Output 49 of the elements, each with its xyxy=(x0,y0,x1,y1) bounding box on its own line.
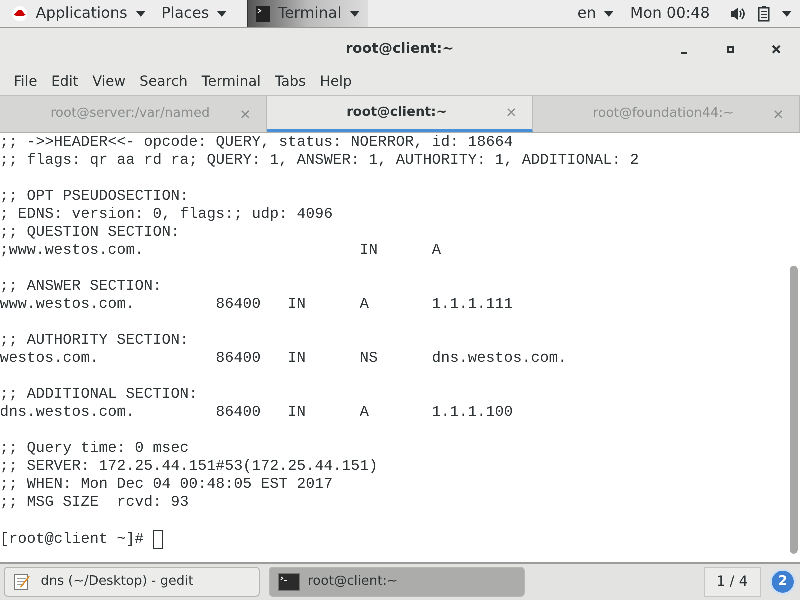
caret-icon xyxy=(217,10,228,16)
terminal-icon xyxy=(278,573,300,591)
terminal-line: ;; OPT PSEUDOSECTION: xyxy=(0,188,190,206)
language-menu[interactable]: en xyxy=(578,2,614,25)
terminal-line: ;; SERVER: 172.25.44.151#53(172.25.44.151) xyxy=(0,458,378,476)
window-title: root@client:~ xyxy=(346,40,454,58)
top-bar-menu[interactable]: Places xyxy=(154,0,236,27)
menu-item[interactable]: File xyxy=(7,72,44,93)
menu-item[interactable]: Search xyxy=(132,72,195,93)
hat-logo-icon xyxy=(12,6,28,22)
terminal-line: ;; ANSWER SECTION: xyxy=(0,278,162,296)
terminal-line: ;; Query time: 0 msec xyxy=(0,440,190,458)
text-cursor xyxy=(153,530,164,549)
close-icon[interactable] xyxy=(507,108,516,117)
terminal-line: ;; AUTHORITY SECTION: xyxy=(0,332,190,350)
taskbar-item[interactable]: dns (~/Desktop) - gedit xyxy=(4,567,260,597)
menu-item[interactable]: Edit xyxy=(44,72,86,93)
menu-item[interactable]: View xyxy=(86,72,133,93)
terminal-prompt: [root@client ~]# xyxy=(0,530,144,548)
terminal-line: ;; WHEN: Mon Dec 04 00:48:05 EST 2017 xyxy=(0,476,334,494)
notification-count[interactable]: 2 xyxy=(770,569,796,595)
terminal-line: dns.westos.com. 86400 IN A 1.1.1.100 xyxy=(0,404,514,422)
volume-icon[interactable] xyxy=(730,6,746,20)
caret-icon xyxy=(782,10,792,16)
terminal-icon xyxy=(256,6,270,22)
caret-icon xyxy=(604,10,614,16)
top-bar-menu[interactable]: Terminal xyxy=(247,0,368,27)
terminal-line: ;; MSG SIZE rcvd: 93 xyxy=(0,494,190,512)
workspace-switcher[interactable]: 1 / 4 xyxy=(704,567,761,597)
notepad-pencil-icon xyxy=(13,572,33,592)
tab[interactable]: root@client:~ xyxy=(266,96,534,132)
top-bar-menu[interactable]: Applications xyxy=(4,0,154,27)
battery-icon[interactable] xyxy=(758,6,770,22)
terminal-line: ; EDNS: version: 0, flags:; udp: 4096 xyxy=(0,206,334,224)
caret-icon xyxy=(136,10,146,16)
menu-item[interactable]: Terminal xyxy=(194,72,268,93)
menu-item[interactable]: Tabs xyxy=(268,72,314,93)
clock[interactable]: Mon 00:48 xyxy=(630,2,710,25)
close-icon xyxy=(772,44,780,54)
terminal-line: ;www.westos.com. IN A xyxy=(0,242,442,260)
terminal-line: westos.com. 86400 IN NS dns.westos.com. xyxy=(0,350,568,368)
caret-icon xyxy=(350,10,360,16)
terminal-line: ;; flags: qr aa rd ra; QUERY: 1, ANSWER: 1, AUTHORITY: 1, ADDITIONAL: 2 xyxy=(0,152,640,170)
menu-item[interactable]: Help xyxy=(313,72,359,93)
terminal-line: ;; QUESTION SECTION: xyxy=(0,224,180,242)
terminal-line: www.westos.com. 86400 IN A 1.1.1.111 xyxy=(0,296,514,314)
terminal-line: ;; ->>HEADER<<- opcode: QUERY, status: NOERROR, id: 18664 xyxy=(0,134,514,152)
terminal-line: ;; ADDITIONAL SECTION: xyxy=(0,386,198,404)
taskbar-item[interactable]: root@client:~ xyxy=(269,567,525,597)
